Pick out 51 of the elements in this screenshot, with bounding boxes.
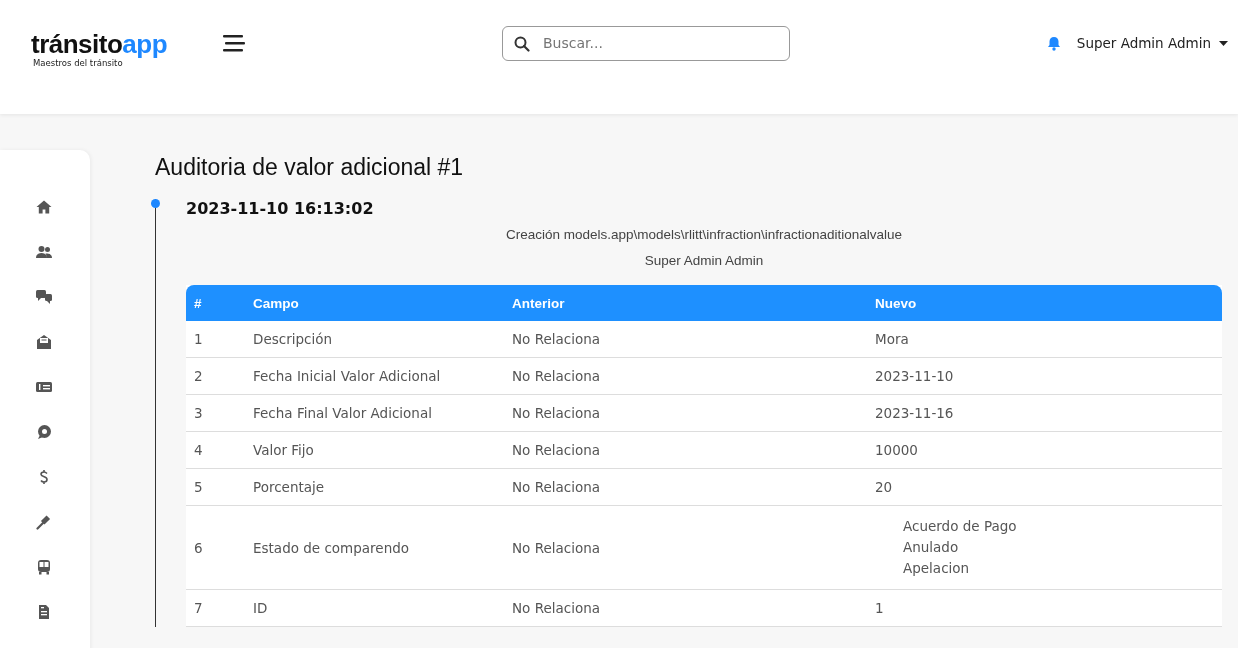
caret-icon <box>1219 40 1228 46</box>
column-header: Campo <box>245 285 504 321</box>
table-cell: No Relaciona <box>504 432 867 469</box>
table-cell: Mora <box>867 321 1222 358</box>
home-icon[interactable] <box>36 199 52 215</box>
table-cell: 1 <box>186 321 245 358</box>
envelope-icon[interactable] <box>36 334 52 350</box>
table-cell: No Relaciona <box>504 590 867 627</box>
timeline-date: 2023-11-10 16:13:02 <box>186 199 375 218</box>
search-field[interactable]: Buscar... <box>502 25 790 61</box>
list-item: Apelacion <box>903 559 971 578</box>
column-header: # <box>186 285 245 321</box>
table-cell: 1 <box>867 590 1222 627</box>
table-cell: No Relaciona <box>504 506 867 590</box>
table-cell: 2023-11-10 <box>867 358 1222 395</box>
table-cell: 2 <box>186 358 245 395</box>
audit-user: Super Admin Admin <box>643 252 765 270</box>
table-cell: Porcentaje <box>245 469 504 506</box>
table-cell: 10000 <box>867 432 1222 469</box>
table-cell: 7 <box>186 590 245 627</box>
table-cell: Descripción <box>245 321 504 358</box>
table-cell: 3 <box>186 395 245 432</box>
table-cell: No Relaciona <box>504 321 867 358</box>
search-icon <box>514 35 530 52</box>
table-cell: 4 <box>186 432 245 469</box>
column-header: Anterior <box>504 285 867 321</box>
document-icon[interactable] <box>36 604 52 620</box>
list-item: Anulado <box>903 538 960 557</box>
table-cell: No Relaciona <box>504 395 867 432</box>
table-cell: 5 <box>186 469 245 506</box>
column-header: Nuevo <box>867 285 1222 321</box>
bus-icon[interactable] <box>36 559 52 575</box>
page-title: Auditoria de valor adicional #1 <box>155 154 465 181</box>
bell-icon[interactable] <box>1046 35 1061 51</box>
table-cell: Valor Fijo <box>245 432 504 469</box>
table-cell: ID <box>245 590 504 627</box>
users-icon[interactable] <box>36 244 52 260</box>
table-cell: No Relaciona <box>504 469 867 506</box>
audit-action: Creación models.app\models\rlitt\infraction\infractionaditionalvalue <box>504 226 904 244</box>
table-cell: Estado de comparendo <box>245 506 504 590</box>
list-item: Acuerdo de Pago <box>903 517 1018 536</box>
table-cell: 6 <box>186 506 245 590</box>
timeline-dot <box>151 199 160 208</box>
user-menu-button[interactable]: Super Admin Admin <box>1076 35 1228 51</box>
logo[interactable]: tránsitoapp Maestros del tránsito <box>31 30 181 68</box>
table-cell: Fecha Final Valor Adicional <box>245 395 504 432</box>
table-cell: 2023-11-16 <box>867 395 1222 432</box>
table-cell: 20 <box>867 469 1222 506</box>
menu-icon[interactable] <box>223 34 245 52</box>
table-cell: No Relaciona <box>504 358 867 395</box>
table-cell: Fecha Inicial Valor Adicional <box>245 358 504 395</box>
